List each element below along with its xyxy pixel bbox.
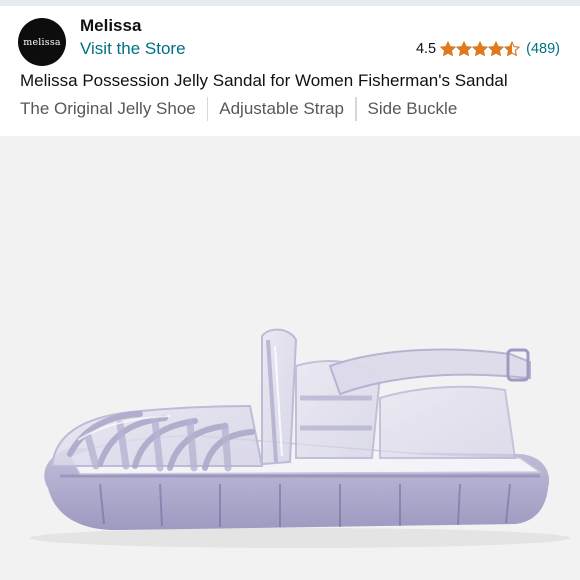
feature-item: The Original Jelly Shoe — [20, 99, 196, 118]
brand-name[interactable]: Melissa — [80, 16, 141, 36]
jelly-sandal-image — [30, 328, 570, 548]
rating-summary[interactable]: 4.5 (489) — [416, 39, 560, 59]
brand-logo[interactable]: melissa — [18, 18, 66, 66]
product-page: melissa Melissa Visit the Store 4.5 (489… — [0, 0, 580, 580]
star-full-icon — [472, 41, 489, 57]
star-half-icon — [504, 41, 521, 57]
brand-logo-text: melissa — [23, 36, 61, 48]
product-title: Melissa Possession Jelly Sandal for Wome… — [20, 71, 508, 90]
rating-value: 4.5 — [415, 41, 437, 57]
feature-bullets: The Original Jelly Shoe Adjustable Strap… — [20, 96, 457, 122]
product-image[interactable] — [0, 136, 580, 580]
star-full-icon — [456, 41, 473, 57]
feature-divider — [206, 97, 209, 121]
feature-divider — [355, 97, 357, 121]
feature-item: Adjustable Strap — [219, 99, 345, 118]
review-count-link[interactable]: (489) — [526, 41, 560, 57]
star-rating[interactable] — [440, 41, 521, 57]
visit-store-link[interactable]: Visit the Store — [80, 39, 186, 59]
feature-item: Side Buckle — [367, 99, 458, 118]
star-full-icon — [440, 41, 457, 57]
star-full-icon — [488, 41, 505, 57]
store-row: melissa Melissa Visit the Store 4.5 (489… — [0, 6, 580, 68]
